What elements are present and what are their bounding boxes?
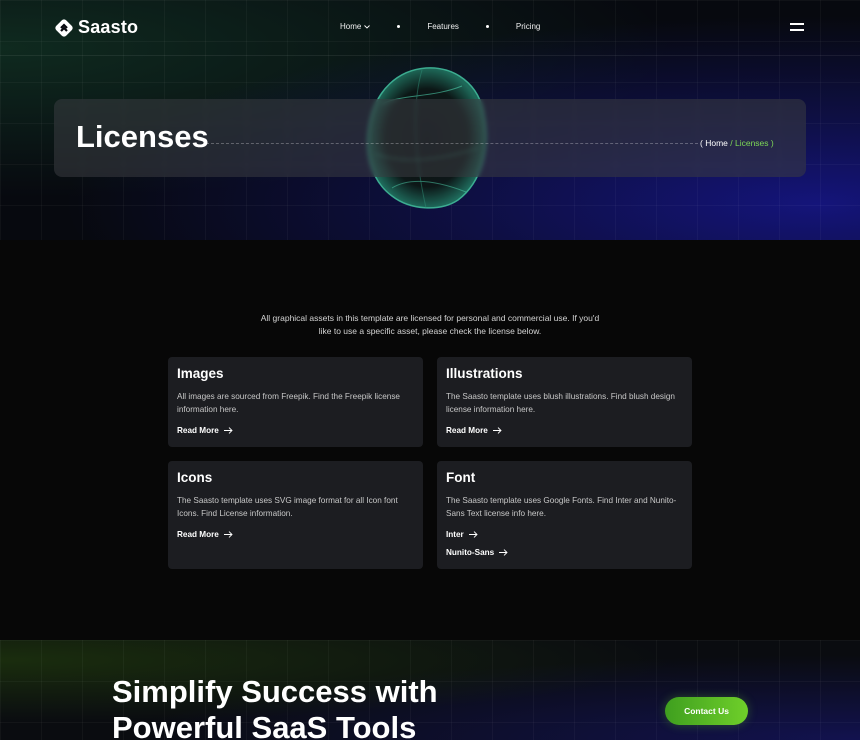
menu-item-pricing[interactable]: Pricing bbox=[516, 22, 540, 31]
breadcrumb-separator: / bbox=[727, 138, 735, 148]
card-title: Images bbox=[177, 366, 224, 381]
breadcrumb-close: ) bbox=[768, 138, 774, 148]
license-card-images: Images All images are sourced from Freep… bbox=[168, 357, 423, 447]
card-description: The Saasto template uses Google Fonts. F… bbox=[446, 496, 677, 518]
brand-name: Saasto bbox=[78, 17, 139, 37]
license-card-font: Font The Saasto template uses Google Fon… bbox=[437, 461, 692, 569]
menu-item-home[interactable]: Home bbox=[340, 22, 371, 31]
card-title: Icons bbox=[177, 470, 213, 485]
arrow-right-icon bbox=[492, 427, 502, 434]
link-label: Nunito-Sans bbox=[446, 548, 495, 557]
license-card-icons: Icons The Saasto template uses SVG image… bbox=[168, 461, 423, 569]
menu-separator-dot bbox=[485, 25, 489, 28]
nunito-sans-font-link[interactable]: Nunito-Sans bbox=[446, 548, 683, 557]
card-title: Font bbox=[446, 470, 476, 485]
main-menu: Home Features Pricing bbox=[340, 22, 540, 31]
arrow-right-icon bbox=[499, 549, 508, 556]
breadcrumb-home-link[interactable]: Home bbox=[705, 138, 728, 148]
cta-section: Simplify Success with Powerful SaaS Tool… bbox=[0, 640, 860, 740]
page-hero: Saasto Home Features Pricing Licenses (… bbox=[0, 0, 860, 240]
card-description: All images are sourced from Freepik. Fin… bbox=[177, 392, 400, 414]
link-label: Read More bbox=[177, 426, 219, 435]
chevron-down-icon bbox=[364, 24, 371, 29]
page-title-card: Licenses ( Home / Licenses ) bbox=[54, 99, 806, 177]
arrow-right-icon bbox=[223, 531, 233, 538]
read-more-link[interactable]: Read More bbox=[446, 426, 683, 435]
read-more-link[interactable]: Read More bbox=[177, 426, 414, 435]
logo-icon bbox=[54, 18, 74, 38]
top-navbar: Saasto Home Features Pricing bbox=[0, 0, 860, 56]
cta-heading-line-1: Simplify Success with bbox=[112, 674, 438, 709]
card-title: Illustrations bbox=[446, 366, 523, 381]
menu-item-label: Home bbox=[340, 22, 362, 31]
arrow-right-icon bbox=[223, 427, 233, 434]
link-label: Read More bbox=[177, 530, 219, 539]
menu-separator-dot bbox=[397, 25, 401, 28]
breadcrumb: ( Home / Licenses ) bbox=[700, 138, 774, 148]
license-card-illustrations: Illustrations The Saasto template uses b… bbox=[437, 357, 692, 447]
intro-text: All graphical assets in this template ar… bbox=[260, 313, 600, 336]
menu-item-features[interactable]: Features bbox=[427, 22, 459, 31]
arrow-right-icon bbox=[468, 531, 478, 538]
title-divider-line bbox=[206, 143, 698, 144]
link-label: Inter bbox=[446, 530, 464, 539]
contact-us-button[interactable]: Contact Us bbox=[665, 697, 748, 725]
link-label: Read More bbox=[446, 426, 488, 435]
cta-heading-line-2: Powerful SaaS Tools bbox=[112, 710, 417, 740]
hamburger-menu-icon[interactable] bbox=[790, 22, 804, 32]
inter-font-link[interactable]: Inter bbox=[446, 530, 683, 539]
card-description: The Saasto template uses SVG image forma… bbox=[177, 496, 398, 518]
page-title: Licenses bbox=[76, 119, 209, 154]
breadcrumb-current: Licenses bbox=[734, 138, 769, 148]
card-description: The Saasto template uses blush illustrat… bbox=[446, 392, 675, 414]
brand-logo[interactable]: Saasto bbox=[54, 17, 138, 38]
cta-heading: Simplify Success with Powerful SaaS Tool… bbox=[112, 674, 492, 740]
read-more-link[interactable]: Read More bbox=[177, 530, 414, 539]
